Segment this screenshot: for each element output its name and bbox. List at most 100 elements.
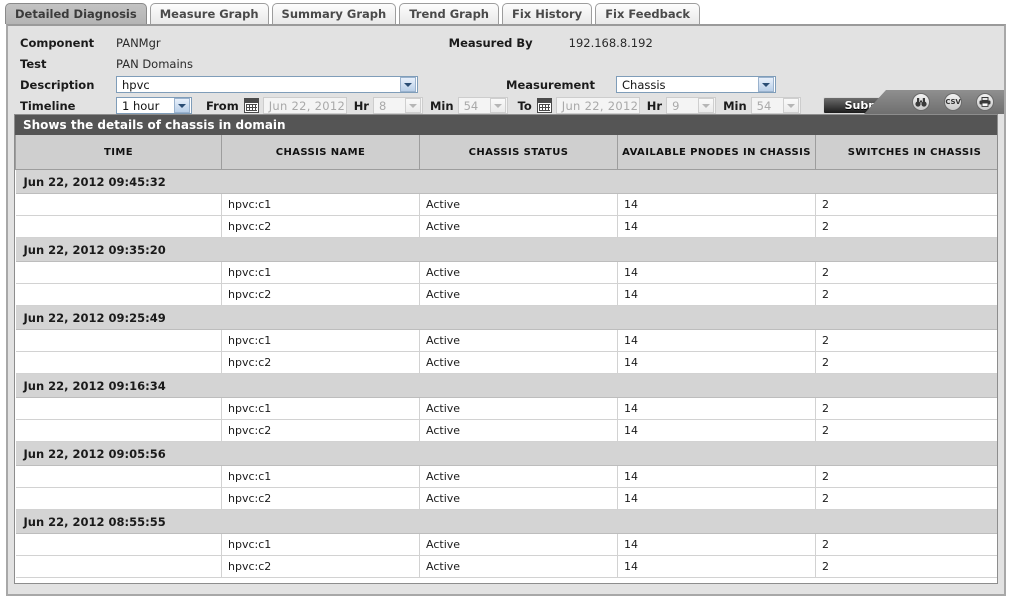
chassis-name-cell: hpvc:c2	[221, 215, 420, 238]
from-min-label: Min	[429, 98, 454, 113]
chassis-status-cell: Active	[419, 419, 618, 442]
group-row: Jun 22, 2012 09:16:34	[15, 373, 997, 398]
chassis-name-cell: hpvc:c1	[221, 193, 420, 216]
chevron-down-icon[interactable]	[758, 77, 774, 92]
chassis-status-cell: Active	[419, 555, 618, 578]
available-pnodes-cell: 14	[617, 329, 816, 352]
time-cell	[15, 329, 222, 352]
timeline-select[interactable]: 1 hour	[116, 97, 192, 114]
chassis-name-cell: hpvc:c2	[221, 487, 420, 510]
tab-fix-history[interactable]: Fix History	[501, 3, 593, 24]
group-timestamp: Jun 22, 2012 09:35:20	[15, 237, 997, 262]
column-header-time: TIME	[15, 135, 222, 170]
chevron-down-icon[interactable]	[400, 77, 416, 92]
chassis-name-cell: hpvc:c1	[221, 533, 420, 556]
results-area: Shows the details of chassis in domain T…	[14, 114, 998, 584]
table-row: hpvc:c2 Active 14 2	[15, 487, 997, 510]
switches-cell: 2	[815, 193, 997, 216]
description-select-value: hpvc	[122, 77, 150, 92]
time-cell	[15, 193, 222, 216]
available-pnodes-cell: 14	[617, 283, 816, 306]
table-row: hpvc:c2 Active 14 2	[15, 215, 997, 238]
chassis-status-cell: Active	[419, 215, 618, 238]
measurement-select[interactable]: Chassis	[616, 76, 776, 93]
chassis-name-cell: hpvc:c1	[221, 465, 420, 488]
from-min-select[interactable]: 54	[457, 97, 508, 114]
chassis-status-cell: Active	[419, 487, 618, 510]
table-filler-row	[15, 577, 997, 583]
chassis-name-cell: hpvc:c2	[221, 283, 420, 306]
chevron-down-icon[interactable]	[698, 98, 715, 113]
tab-measure-graph[interactable]: Measure Graph	[149, 3, 269, 24]
chassis-name-cell: hpvc:c2	[221, 351, 420, 374]
column-header-available-pnodes-in-chassis: AVAILABLE PNODES IN CHASSIS	[617, 135, 816, 170]
measurement-label: Measurement	[506, 77, 595, 92]
results-section-title: Shows the details of chassis in domain	[15, 115, 997, 135]
test-row: Test PAN Domains	[8, 53, 1004, 74]
chassis-name-cell: hpvc:c1	[221, 329, 420, 352]
description-label: Description	[20, 77, 95, 92]
from-hr-select[interactable]: 8	[372, 97, 423, 114]
time-cell	[15, 215, 222, 238]
table-row: hpvc:c1 Active 14 2	[15, 533, 997, 556]
switches-cell: 2	[815, 419, 997, 442]
table-header-row: TIME CHASSIS NAME CHASSIS STATUS AVAILABLE …	[15, 135, 997, 170]
printer-icon[interactable]	[976, 93, 994, 111]
chevron-down-icon[interactable]	[489, 98, 506, 113]
group-row: Jun 22, 2012 09:25:49	[15, 305, 997, 330]
available-pnodes-cell: 14	[617, 215, 816, 238]
description-row: Description hpvc Measurement Chassis	[8, 74, 1004, 95]
calendar-icon[interactable]	[243, 98, 259, 113]
table-row: hpvc:c2 Active 14 2	[15, 419, 997, 442]
to-hr-select[interactable]: 9	[666, 97, 717, 114]
group-row: Jun 22, 2012 09:45:32	[15, 169, 997, 194]
available-pnodes-cell: 14	[617, 351, 816, 374]
time-cell	[15, 465, 222, 488]
description-select[interactable]: hpvc	[116, 76, 418, 93]
timeline-select-value: 1 hour	[122, 98, 160, 113]
to-min-value: 54	[756, 98, 772, 113]
available-pnodes-cell: 14	[617, 487, 816, 510]
chevron-down-icon[interactable]	[404, 98, 421, 113]
group-row: Jun 22, 2012 09:35:20	[15, 237, 997, 262]
table-row: hpvc:c2 Active 14 2	[15, 555, 997, 578]
group-timestamp: Jun 22, 2012 09:25:49	[15, 305, 997, 330]
tab-summary-graph[interactable]: Summary Graph	[271, 3, 397, 24]
csv-icon[interactable]: CSV	[944, 93, 962, 111]
calendar-icon[interactable]	[536, 98, 552, 113]
chassis-status-cell: Active	[419, 351, 618, 374]
to-label: To	[517, 98, 532, 113]
available-pnodes-cell: 14	[617, 533, 816, 556]
to-date-input[interactable]: Jun 22, 2012	[555, 97, 640, 114]
timeline-row: Timeline 1 hour From Jun 22, 2012 Hr 8 M…	[8, 95, 1004, 116]
from-date-input[interactable]: Jun 22, 2012	[262, 97, 347, 114]
tab-detailed-diagnosis[interactable]: Detailed Diagnosis	[5, 3, 147, 24]
table-row: hpvc:c1 Active 14 2	[15, 329, 997, 352]
timeline-label: Timeline	[20, 98, 76, 113]
column-header-chassis-name: CHASSIS NAME	[221, 135, 420, 170]
switches-cell: 2	[815, 487, 997, 510]
time-cell	[15, 351, 222, 374]
chevron-down-icon[interactable]	[782, 98, 799, 113]
chevron-down-icon[interactable]	[174, 98, 190, 113]
time-cell	[15, 261, 222, 284]
group-timestamp: Jun 22, 2012 08:55:55	[15, 509, 997, 534]
to-min-select[interactable]: 54	[750, 97, 801, 114]
tab-trend-graph[interactable]: Trend Graph	[399, 3, 499, 24]
chassis-name-cell: hpvc:c1	[221, 261, 420, 284]
switches-cell: 2	[815, 397, 997, 420]
switches-cell: 2	[815, 351, 997, 374]
chassis-name-cell: hpvc:c2	[221, 419, 420, 442]
table-row: hpvc:c2 Active 14 2	[15, 283, 997, 306]
test-value: PAN Domains	[116, 56, 193, 71]
time-cell	[15, 283, 222, 306]
available-pnodes-cell: 14	[617, 419, 816, 442]
table-row: hpvc:c1 Active 14 2	[15, 261, 997, 284]
binoculars-icon[interactable]	[912, 93, 930, 111]
tab-fix-feedback[interactable]: Fix Feedback	[595, 3, 701, 24]
from-min-value: 54	[463, 98, 479, 113]
column-header-chassis-status: CHASSIS STATUS	[419, 135, 618, 170]
group-timestamp: Jun 22, 2012 09:45:32	[15, 169, 997, 194]
group-row: Jun 22, 2012 09:05:56	[15, 441, 997, 466]
to-min-label: Min	[723, 98, 747, 113]
